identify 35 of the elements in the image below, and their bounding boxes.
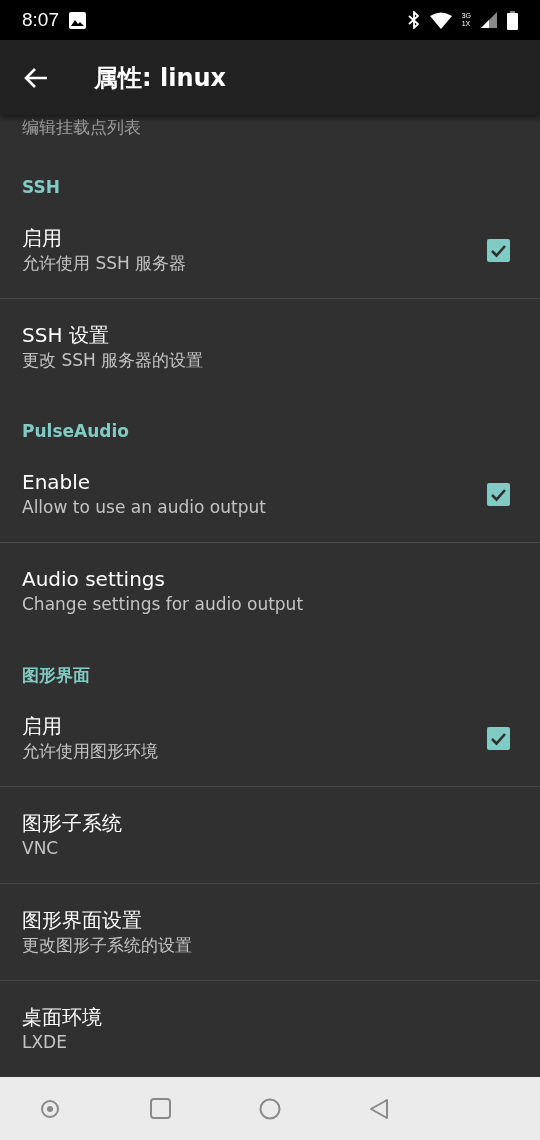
- section-header: PulseAudio: [22, 420, 129, 442]
- checkbox[interactable]: [487, 483, 510, 506]
- item-title[interactable]: 启用: [22, 225, 62, 251]
- item-summary: 更改图形子系统的设置: [22, 934, 192, 957]
- item-title[interactable]: 图形子系统: [22, 810, 122, 836]
- item-title[interactable]: 桌面环境: [22, 1004, 102, 1030]
- item-summary: 允许使用图形环境: [22, 740, 158, 763]
- item-title[interactable]: 启用: [22, 713, 62, 739]
- section-header: 图形界面: [22, 664, 90, 686]
- bluetooth-icon: [407, 11, 420, 29]
- battery-icon: [507, 10, 518, 30]
- section-header: SSH: [22, 176, 60, 198]
- signal-icon: [481, 12, 497, 28]
- wifi-icon: [429, 11, 452, 29]
- image-icon: [69, 11, 86, 29]
- item-summary: 更改 SSH 服务器的设置: [22, 349, 204, 372]
- item-summary: 编辑挂载点列表: [21, 116, 142, 139]
- back-icon[interactable]: [369, 1097, 389, 1120]
- item-title[interactable]: Enable: [22, 469, 91, 495]
- item-summary: 允许使用 SSH 服务器: [22, 252, 187, 275]
- item-title[interactable]: 图形界面设置: [22, 907, 142, 933]
- item-title[interactable]: SSH 设置: [22, 322, 109, 348]
- item-summary: Change settings for audio output: [22, 593, 304, 616]
- home-icon[interactable]: [259, 1097, 281, 1120]
- checkbox[interactable]: [487, 727, 510, 750]
- item-summary: LXDE: [22, 1031, 67, 1054]
- clock: 8:07: [22, 9, 59, 31]
- item-summary: Allow to use an audio output: [22, 496, 266, 519]
- recents-icon[interactable]: [150, 1098, 171, 1119]
- assistant-icon[interactable]: [40, 1098, 60, 1119]
- checkbox[interactable]: [487, 239, 510, 262]
- screen-title: 属性: linux: [94, 62, 227, 94]
- item-summary: VNC: [22, 837, 59, 860]
- back-arrow-icon[interactable]: [24, 66, 48, 89]
- item-title[interactable]: Audio settings: [22, 566, 165, 592]
